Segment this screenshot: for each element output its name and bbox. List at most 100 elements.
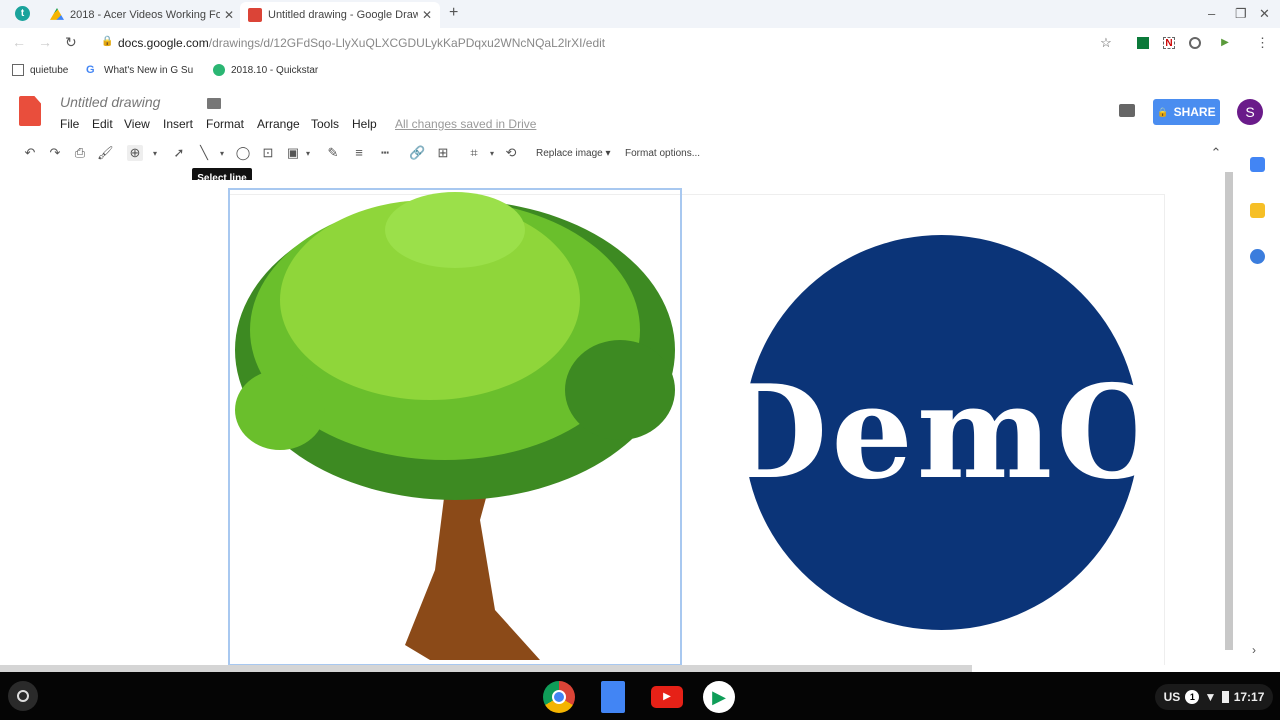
folder-icon[interactable]	[207, 98, 221, 109]
redo-icon[interactable]: ↷	[47, 145, 63, 161]
pen-icon[interactable]: ✎	[325, 145, 341, 161]
comments-icon[interactable]	[1119, 104, 1135, 117]
toolbar: ↶ ↷ ⎙ 🖌 ⊕ ▾ ➚ ╲ ▾ ◯ ⊡ ▣ ▾ ✎ ≡ ┅ 🔗 ⊞ ⌗ ▾ …	[0, 140, 1240, 168]
play-extension-icon[interactable]: ▶	[1219, 37, 1231, 49]
reload-icon[interactable]: ↻	[65, 34, 77, 51]
tab-label: 2018 - Acer Videos Working Fold	[70, 9, 220, 21]
profile-icon[interactable]: t	[15, 6, 30, 21]
line-icon[interactable]: ╲	[196, 145, 212, 161]
text-box-icon[interactable]: ⊡	[260, 145, 276, 161]
share-label: SHARE	[1173, 105, 1216, 119]
format-options-button[interactable]: Format options...	[625, 148, 700, 159]
share-button[interactable]: 🔒 SHARE	[1153, 99, 1220, 125]
chevron-down-icon[interactable]: ▾	[147, 149, 163, 158]
bookmark-quietube[interactable]: quietube	[12, 64, 68, 76]
chevron-down-icon[interactable]: ▾	[300, 149, 316, 158]
tasks-icon[interactable]	[1250, 249, 1265, 264]
document-title[interactable]: Untitled drawing	[60, 94, 160, 110]
demo-logo-image[interactable]: DemO	[716, 235, 1168, 630]
netflix-extension-icon[interactable]: N	[1163, 37, 1175, 49]
bookmark-label: 2018.10 - Quickstar	[231, 64, 319, 76]
minimize-icon[interactable]: –	[1208, 6, 1215, 21]
bookmark-star-icon[interactable]: ☆	[1100, 36, 1112, 49]
menu-arrange[interactable]: Arrange	[257, 117, 300, 131]
line-weight-icon[interactable]: ≡	[351, 145, 367, 160]
lock-icon: 🔒	[1157, 106, 1169, 117]
google-drive-icon	[50, 8, 64, 20]
launcher-icon	[17, 690, 29, 702]
replace-image-button[interactable]: Replace image ▾	[536, 148, 611, 159]
save-status[interactable]: All changes saved in Drive	[395, 117, 536, 131]
extension-icon[interactable]	[1189, 37, 1201, 49]
select-arrow-icon[interactable]: ➚	[171, 145, 187, 161]
calendar-icon[interactable]	[1250, 157, 1265, 172]
tab-strip: t 2018 - Acer Videos Working Fold ✕ Unti…	[0, 0, 1280, 28]
google-drawings-icon	[248, 8, 262, 22]
zoom-icon[interactable]: ⊕	[127, 145, 143, 161]
docs-app-icon[interactable]	[601, 681, 625, 713]
chrome-app-icon[interactable]	[543, 681, 575, 713]
menu-format[interactable]: Format	[206, 117, 244, 131]
locale-indicator: US	[1163, 690, 1181, 704]
reset-image-icon[interactable]: ⟲	[503, 145, 519, 161]
launcher-button[interactable]	[8, 681, 38, 711]
menu-view[interactable]: View	[124, 117, 150, 131]
shape-icon[interactable]: ◯	[235, 145, 251, 161]
collapse-toolbar-icon[interactable]: ⌃	[1208, 145, 1224, 161]
image-icon[interactable]: ▣	[285, 145, 301, 161]
chevron-down-icon[interactable]: ▾	[484, 149, 500, 158]
notification-badge: 1	[1185, 690, 1200, 704]
menu-insert[interactable]: Insert	[163, 117, 193, 131]
status-tray[interactable]: US 1 ▼ 17:17	[1155, 684, 1273, 710]
docs-header: Untitled drawing File Edit View Insert F…	[0, 84, 1280, 140]
drawings-logo-icon[interactable]	[19, 96, 41, 126]
print-icon[interactable]: ⎙	[72, 145, 88, 161]
menu-file[interactable]: File	[60, 117, 79, 131]
undo-icon[interactable]: ↶	[22, 145, 38, 161]
menu-tools[interactable]: Tools	[311, 117, 339, 131]
url-bar[interactable]: docs.google.com/drawings/d/12GFdSqo-LlyX…	[118, 36, 605, 50]
cast-extension-icon[interactable]	[1137, 37, 1149, 49]
new-tab-button[interactable]: +	[449, 4, 458, 22]
crop-icon[interactable]: ⌗	[466, 145, 482, 161]
tab-untitled-drawing[interactable]: Untitled drawing - Google Drawi ✕	[240, 2, 440, 28]
link-icon[interactable]: 🔗	[409, 145, 425, 161]
bookmark-whats-new[interactable]: G What's New in G Su	[86, 64, 193, 76]
menu-edit[interactable]: Edit	[92, 117, 113, 131]
close-icon[interactable]: ✕	[422, 8, 432, 22]
omnibox-row: ← → ↻ 🔒 docs.google.com/drawings/d/12GFd…	[0, 28, 1280, 58]
google-icon: G	[86, 64, 95, 76]
forward-icon[interactable]: →	[38, 34, 52, 50]
bookmarks-bar: quietube G What's New in G Su 2018.10 - …	[0, 58, 1280, 84]
lock-icon: 🔒	[101, 36, 114, 47]
play-store-app-icon[interactable]: ▶	[703, 681, 735, 713]
tab-label: Untitled drawing - Google Drawi	[268, 9, 418, 21]
battery-icon	[1221, 691, 1229, 703]
quickstart-icon	[213, 64, 225, 76]
line-dash-icon[interactable]: ┅	[377, 145, 393, 161]
wifi-icon: ▼	[1204, 690, 1217, 704]
horizontal-scrollbar[interactable]	[0, 665, 972, 672]
chevron-down-icon[interactable]: ▾	[214, 149, 230, 158]
menu-help[interactable]: Help	[352, 117, 377, 131]
add-comment-icon[interactable]: ⊞	[435, 145, 451, 161]
expand-panel-icon[interactable]: ›	[1252, 643, 1256, 657]
close-icon[interactable]: ✕	[224, 8, 234, 22]
back-icon[interactable]: ←	[12, 34, 26, 50]
clock: 17:17	[1233, 690, 1265, 704]
page-icon	[12, 64, 24, 76]
restore-icon[interactable]: ❐	[1235, 6, 1247, 22]
keep-icon[interactable]	[1250, 203, 1265, 218]
close-window-icon[interactable]: ✕	[1259, 6, 1270, 22]
url-host: docs.google.com	[118, 36, 209, 50]
selection-box[interactable]	[228, 188, 682, 666]
avatar[interactable]: S	[1237, 99, 1263, 125]
bookmark-quickstart[interactable]: 2018.10 - Quickstar	[213, 64, 318, 76]
bookmark-label: What's New in G Su	[104, 64, 194, 76]
menu-dots-icon[interactable]: ⋮	[1256, 36, 1269, 49]
paint-format-icon[interactable]: 🖌	[97, 145, 114, 161]
drawing-canvas[interactable]: DemO	[0, 180, 1226, 666]
tab-drive-folder[interactable]: 2018 - Acer Videos Working Fold ✕	[42, 2, 237, 28]
youtube-app-icon[interactable]: ▶	[651, 686, 683, 708]
vertical-scrollbar[interactable]	[1225, 172, 1233, 650]
